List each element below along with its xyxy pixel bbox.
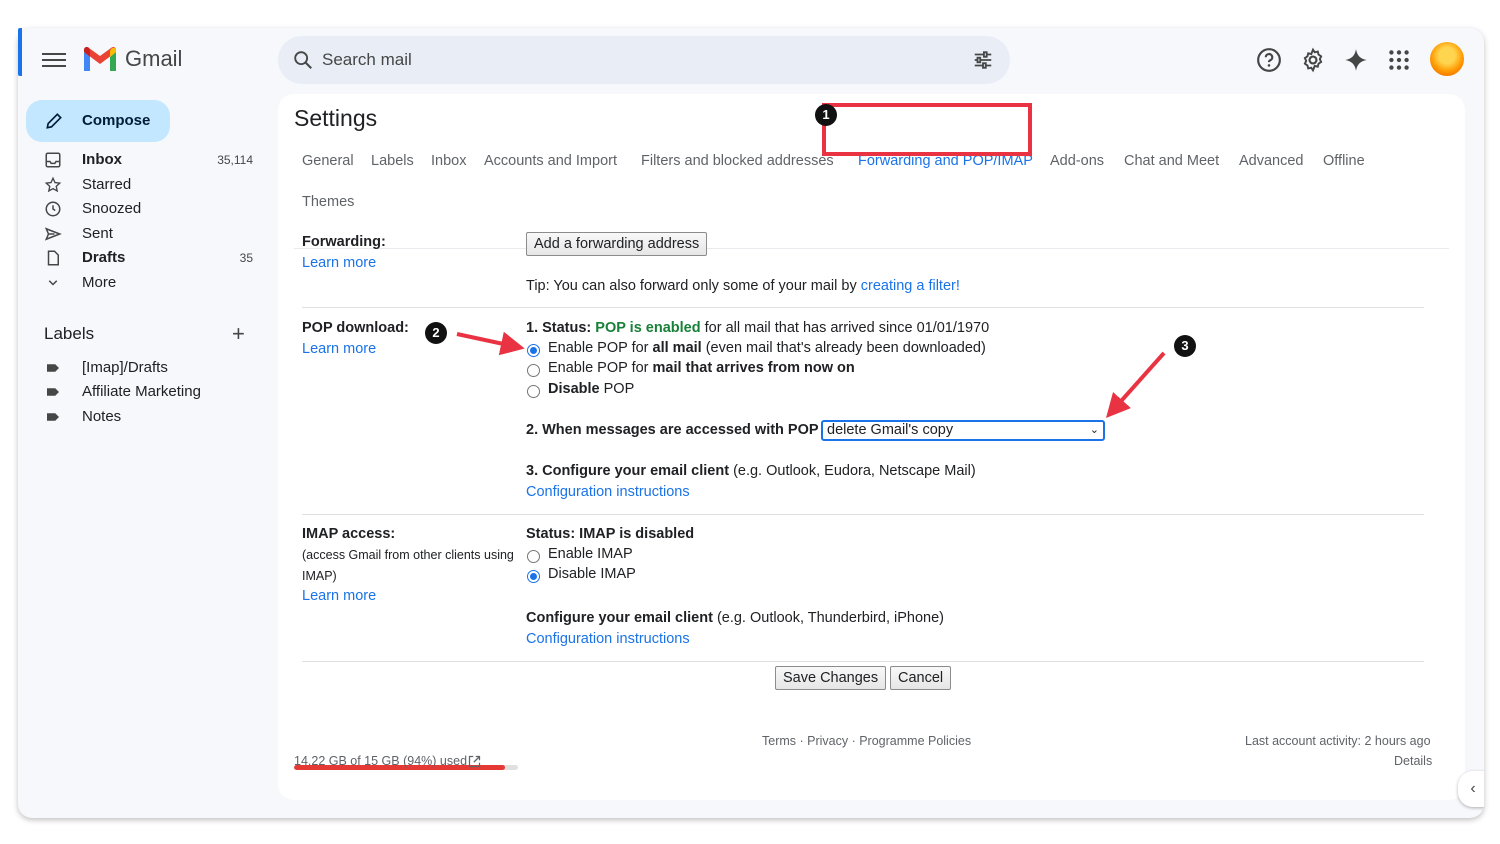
annotation-arrow-2 [456,331,525,356]
annotation-arrows [456,331,1166,418]
annotation-arrow-3 [1106,351,1166,418]
